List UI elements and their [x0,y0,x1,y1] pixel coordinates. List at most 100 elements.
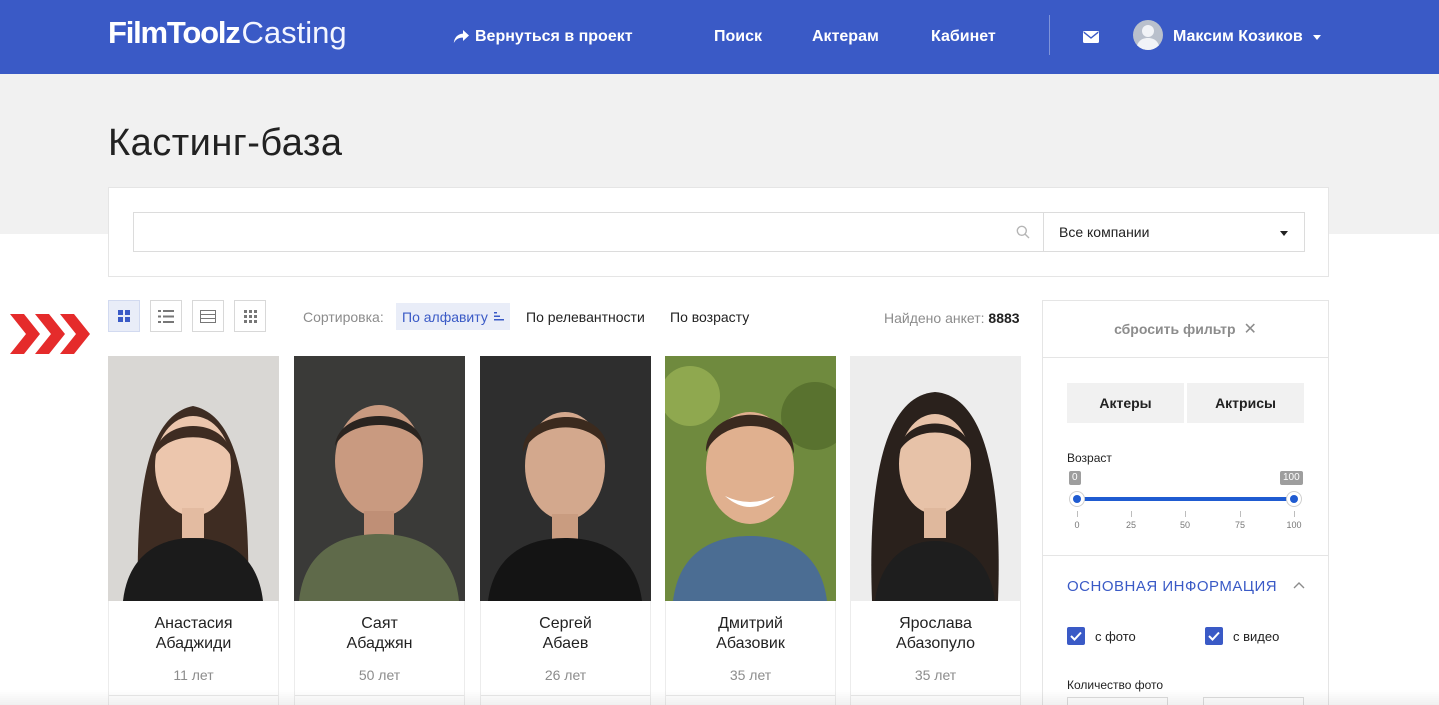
slider-tick-label: 0 [1074,520,1080,530]
reset-filter-button[interactable]: сбросить фильтр ✕ [1043,301,1328,358]
messages-button[interactable] [1083,0,1105,74]
list-icon [158,309,174,323]
dots-grid-icon [243,309,257,323]
sort-desc-icon [493,312,504,321]
logo[interactable]: FilmToolz Casting [108,15,347,51]
back-to-project-link[interactable]: Вернуться в проект [453,0,633,74]
with-video-label: с видео [1233,628,1280,644]
actor-first-name: Сергей [539,615,592,632]
grid-icon [118,310,130,322]
slider-tick [1240,511,1241,517]
back-to-project-label: Вернуться в проект [475,28,633,45]
caret-down-icon [1280,231,1288,236]
actor-age: 11 лет [173,667,214,683]
search-panel: Все компании [108,187,1329,277]
actor-first-name: Дмитрий [718,615,783,632]
actor-photo [480,356,651,601]
actor-card[interactable]: Ярослава Абазопуло 35 лет [850,356,1021,705]
age-slider-min-handle[interactable] [1069,491,1085,507]
sort-label: Сортировка: [303,309,384,325]
slider-tick [1294,511,1295,517]
actor-first-name: Саят [361,615,398,632]
slider-tick-label: 100 [1286,520,1302,530]
share-arrow-icon [453,30,469,43]
view-grid-button[interactable] [108,300,140,332]
actor-age: 50 лет [358,667,401,683]
close-icon: ✕ [1243,321,1257,338]
actor-card[interactable]: Дмитрий Абазовик 35 лет [665,356,836,705]
logo-light-text: Casting [241,15,347,50]
actor-name: Сергей Абаев [481,614,650,654]
with-photo-checkbox[interactable]: с фото [1067,627,1136,645]
actor-last-name: Абазопуло [896,635,975,652]
actor-last-name: Абаджиди [155,635,232,652]
actor-age: 35 лет [914,667,957,683]
actor-last-name: Абаев [542,635,589,652]
actor-photo [850,356,1021,601]
user-silhouette-icon [1136,25,1160,50]
checkbox-checked-icon [1205,627,1223,645]
nav-search[interactable]: Поиск [714,0,762,74]
actor-card[interactable]: Анастасия Абаджиди 11 лет [108,356,279,705]
photo-count-min-input[interactable] [1067,697,1168,705]
actor-name: Анастасия Абаджиди [109,614,278,654]
filter-divider [1043,555,1328,556]
view-table-button[interactable] [192,300,224,332]
age-max-badge: 100 [1280,471,1303,485]
results-count: Найдено анкет: 8883 [884,310,1020,326]
caret-down-icon [1312,34,1321,40]
sort-relevance[interactable]: По релевантности [526,303,645,330]
view-compact-grid-button[interactable] [234,300,266,332]
gender-actors-button[interactable]: Актеры [1067,383,1184,423]
slider-tick [1185,511,1186,517]
sort-age[interactable]: По возрасту [670,303,749,330]
slider-tick [1131,511,1132,517]
actor-last-name: Абаджян [346,635,413,652]
with-photo-label: с фото [1095,628,1136,644]
header-divider [1049,15,1050,55]
actor-first-name: Анастасия [154,615,233,632]
actor-photo [294,356,465,601]
actor-first-name: Ярослава [899,615,972,632]
top-navbar: FilmToolz Casting Вернуться в проект Пои… [0,0,1439,74]
age-min-badge: 0 [1069,471,1081,485]
main-info-section-title[interactable]: ОСНОВНАЯ ИНФОРМАЦИЯ [1067,578,1277,595]
user-menu[interactable]: Максим Козиков [1173,0,1321,74]
slider-tick [1077,511,1078,517]
actor-name: Ярослава Абазопуло [851,614,1020,654]
nav-cabinet[interactable]: Кабинет [931,0,996,74]
search-input[interactable] [133,212,1043,252]
results-count-value: 8883 [988,310,1020,326]
checkbox-checked-icon [1067,627,1085,645]
company-select[interactable]: Все компании [1043,212,1305,252]
card-divider [851,695,1020,696]
red-chevrons-icon [10,314,90,354]
view-list-button[interactable] [150,300,182,332]
photo-count-max-input[interactable] [1203,697,1304,705]
card-divider [481,695,650,696]
actor-card[interactable]: Саят Абаджян 50 лет [294,356,465,705]
card-divider [109,695,278,696]
nav-actors[interactable]: Актерам [812,0,879,74]
actor-name: Саят Абаджян [295,614,464,654]
table-icon [200,309,216,323]
actor-photo [665,356,836,601]
chevron-up-icon[interactable] [1293,582,1305,589]
age-slider-max-handle[interactable] [1286,491,1302,507]
logo-bold-text: FilmToolz [108,15,241,50]
user-avatar[interactable] [1133,20,1163,50]
actor-age: 26 лет [544,667,587,683]
company-select-value: Все компании [1059,224,1150,240]
card-divider [295,695,464,696]
card-divider [666,695,835,696]
photo-count-label: Количество фото [1067,678,1164,692]
sort-alphabet[interactable]: По алфавиту [396,303,510,330]
with-video-checkbox[interactable]: с видео [1205,627,1279,645]
age-slider-track[interactable] [1077,497,1294,501]
slider-tick-label: 50 [1179,520,1190,530]
actor-card[interactable]: Сергей Абаев 26 лет [480,356,651,705]
user-name: Максим Козиков [1173,28,1303,45]
sort-alphabet-label: По алфавиту [402,308,488,325]
slider-tick-label: 25 [1125,520,1136,530]
gender-actresses-button[interactable]: Актрисы [1187,383,1304,423]
